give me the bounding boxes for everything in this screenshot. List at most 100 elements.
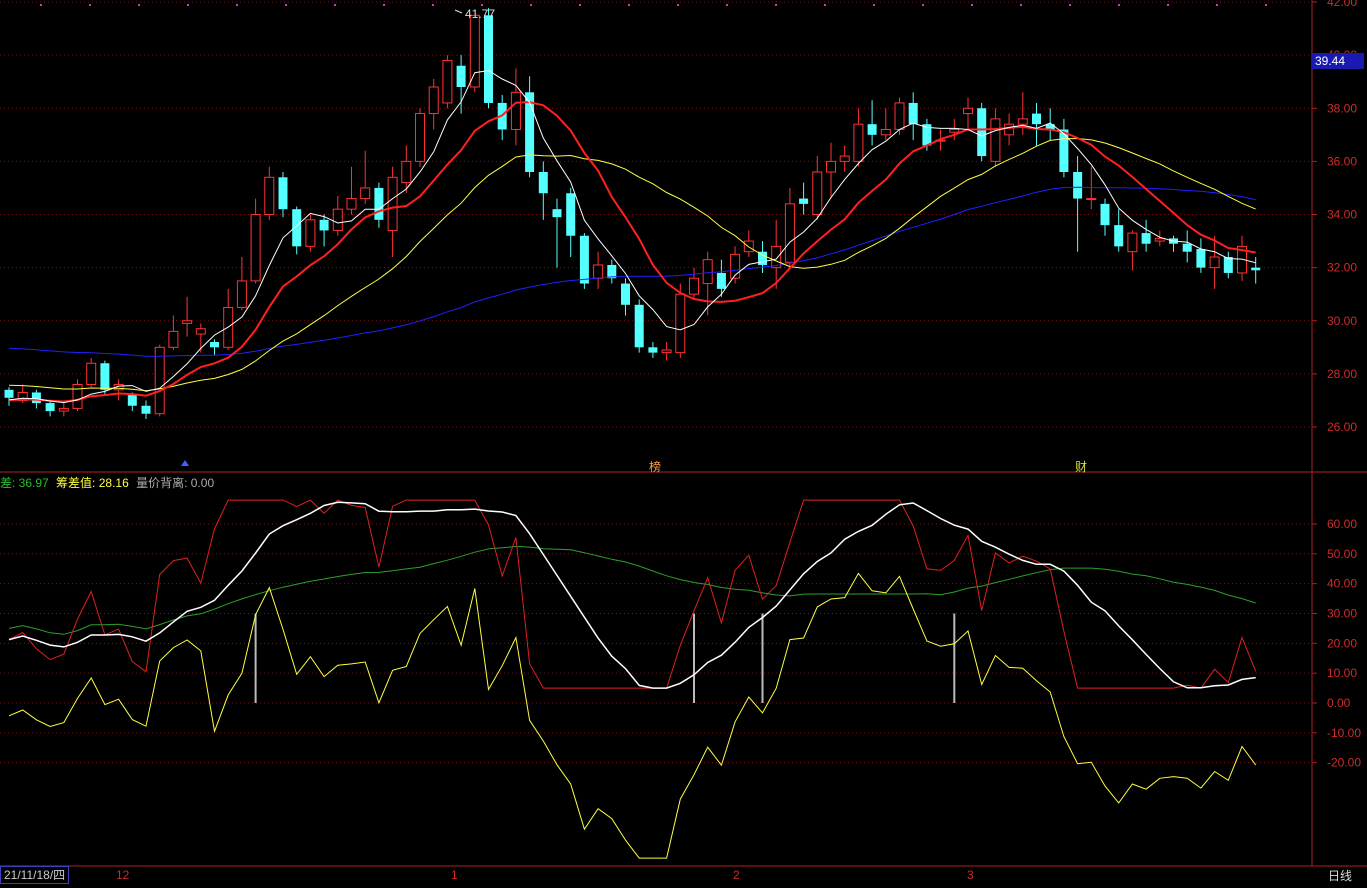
candle-body-up [675, 293, 686, 354]
top-dot [873, 4, 875, 6]
stock-chart[interactable]: 42.0040.0038.0036.0034.0032.0030.0028.00… [0, 0, 1367, 888]
date-readout: 21/11/18/四 [0, 866, 70, 884]
candle-body-down [566, 193, 576, 236]
candle-body-up [72, 384, 83, 409]
candle-body-up [195, 328, 206, 335]
candle-body-down [552, 209, 562, 218]
candle-body-down [319, 219, 329, 231]
candle-body-up [1017, 118, 1028, 125]
candle-body-up [963, 107, 973, 115]
legend-divergence: 量价背离: 0.00 [136, 476, 215, 490]
period-selector[interactable]: 日线 [1313, 866, 1367, 886]
candle-body-down [1059, 129, 1069, 172]
candle-body-down [100, 363, 110, 390]
candle-body-up [264, 176, 275, 215]
top-dot [628, 4, 630, 6]
candle-body-down [867, 124, 877, 135]
marker-cai[interactable]: 财 [1075, 458, 1087, 475]
candle-body-up [771, 245, 782, 269]
candle-body-up [661, 349, 672, 354]
y-tick-label: 36.00 [1327, 154, 1357, 168]
y-tick-label: 26.00 [1327, 420, 1357, 434]
candle-body-up [1209, 256, 1220, 269]
top-dot [285, 4, 287, 6]
top-dot [1265, 4, 1267, 6]
y-tick-label: 32.00 [1327, 261, 1357, 275]
top-dot [1216, 4, 1218, 6]
candle-body-up [894, 102, 905, 130]
top-dot [236, 4, 238, 6]
candle-body-up [401, 160, 412, 184]
candle-body-down [484, 15, 493, 103]
y-tick-label: 30.00 [1327, 607, 1357, 621]
top-dot [481, 4, 483, 6]
candle-body-down [45, 403, 55, 412]
top-dot [775, 4, 777, 6]
candle-body-up [839, 155, 850, 162]
y-tick-label: 0.00 [1327, 696, 1351, 710]
candle-body-up [826, 160, 836, 173]
candle-body-down [1196, 249, 1206, 268]
candle-body-up [689, 277, 699, 295]
candle-body-down [374, 187, 384, 220]
up-arrow-marker [181, 460, 189, 466]
candle-body-up [1154, 237, 1165, 242]
indicator-legend: 差: 36.97 筹差值: 28.16 量价背离: 0.00 [0, 474, 218, 491]
candle-body-down [4, 389, 14, 398]
candle-body-up [949, 129, 960, 133]
candle-body-up [784, 203, 795, 263]
top-dot [530, 4, 532, 6]
candle-body-down [648, 347, 658, 353]
top-dot [1167, 4, 1169, 6]
candle-body-down [127, 395, 137, 406]
candle-body-up [812, 171, 823, 215]
month-label: 3 [967, 868, 974, 882]
candle-body-up [168, 330, 179, 348]
top-dot [579, 4, 581, 6]
top-dot [1020, 4, 1022, 6]
y-tick-label: 42.00 [1327, 0, 1357, 9]
candle-body-up [236, 280, 247, 308]
high-pointer [454, 9, 463, 14]
candle-body-down [1073, 172, 1083, 199]
candle-body-up [990, 118, 1001, 162]
top-dot [824, 4, 826, 6]
marker-bang[interactable]: 榜 [649, 458, 661, 475]
top-dot [1069, 4, 1071, 6]
y-tick-label: 40.00 [1327, 577, 1357, 591]
candle-body-down [1032, 113, 1041, 125]
candle-body-down [621, 283, 630, 305]
y-tick-label: -20.00 [1327, 756, 1361, 770]
candle-body-down [579, 235, 589, 284]
top-dot [89, 4, 91, 6]
top-dot [334, 4, 336, 6]
candle-body-up [86, 362, 97, 385]
candle-body-down [1100, 203, 1110, 226]
top-dot [922, 4, 924, 6]
y-tick-label: 34.00 [1327, 208, 1357, 222]
candle-body-down [716, 272, 726, 289]
candle-body-down [799, 198, 809, 204]
top-dot [432, 4, 434, 6]
candle-body-down [141, 405, 151, 414]
top-dot [40, 4, 42, 6]
top-dot [677, 4, 679, 6]
candle-body-up [510, 91, 521, 130]
y-tick-label: -10.00 [1327, 726, 1361, 740]
candle-body-up [58, 407, 69, 412]
legend-chip-diff: 筹差值: 28.16 [56, 476, 129, 490]
last-price-tag: 39.44 [1312, 53, 1364, 69]
candle-body-down [1223, 257, 1233, 273]
candle-body-down [210, 342, 219, 348]
month-label: 1 [451, 868, 458, 882]
candle-body-up [305, 219, 316, 247]
y-tick-label: 50.00 [1327, 547, 1357, 561]
indicator-white-line [8, 501, 1256, 689]
candle-body-down [538, 172, 548, 194]
chip-diff-line [8, 572, 1257, 859]
candle-body-up [428, 86, 439, 115]
top-dot [1118, 4, 1120, 6]
y-tick-label: 20.00 [1327, 636, 1357, 650]
month-label: 2 [733, 868, 740, 882]
top-dot [383, 4, 385, 6]
